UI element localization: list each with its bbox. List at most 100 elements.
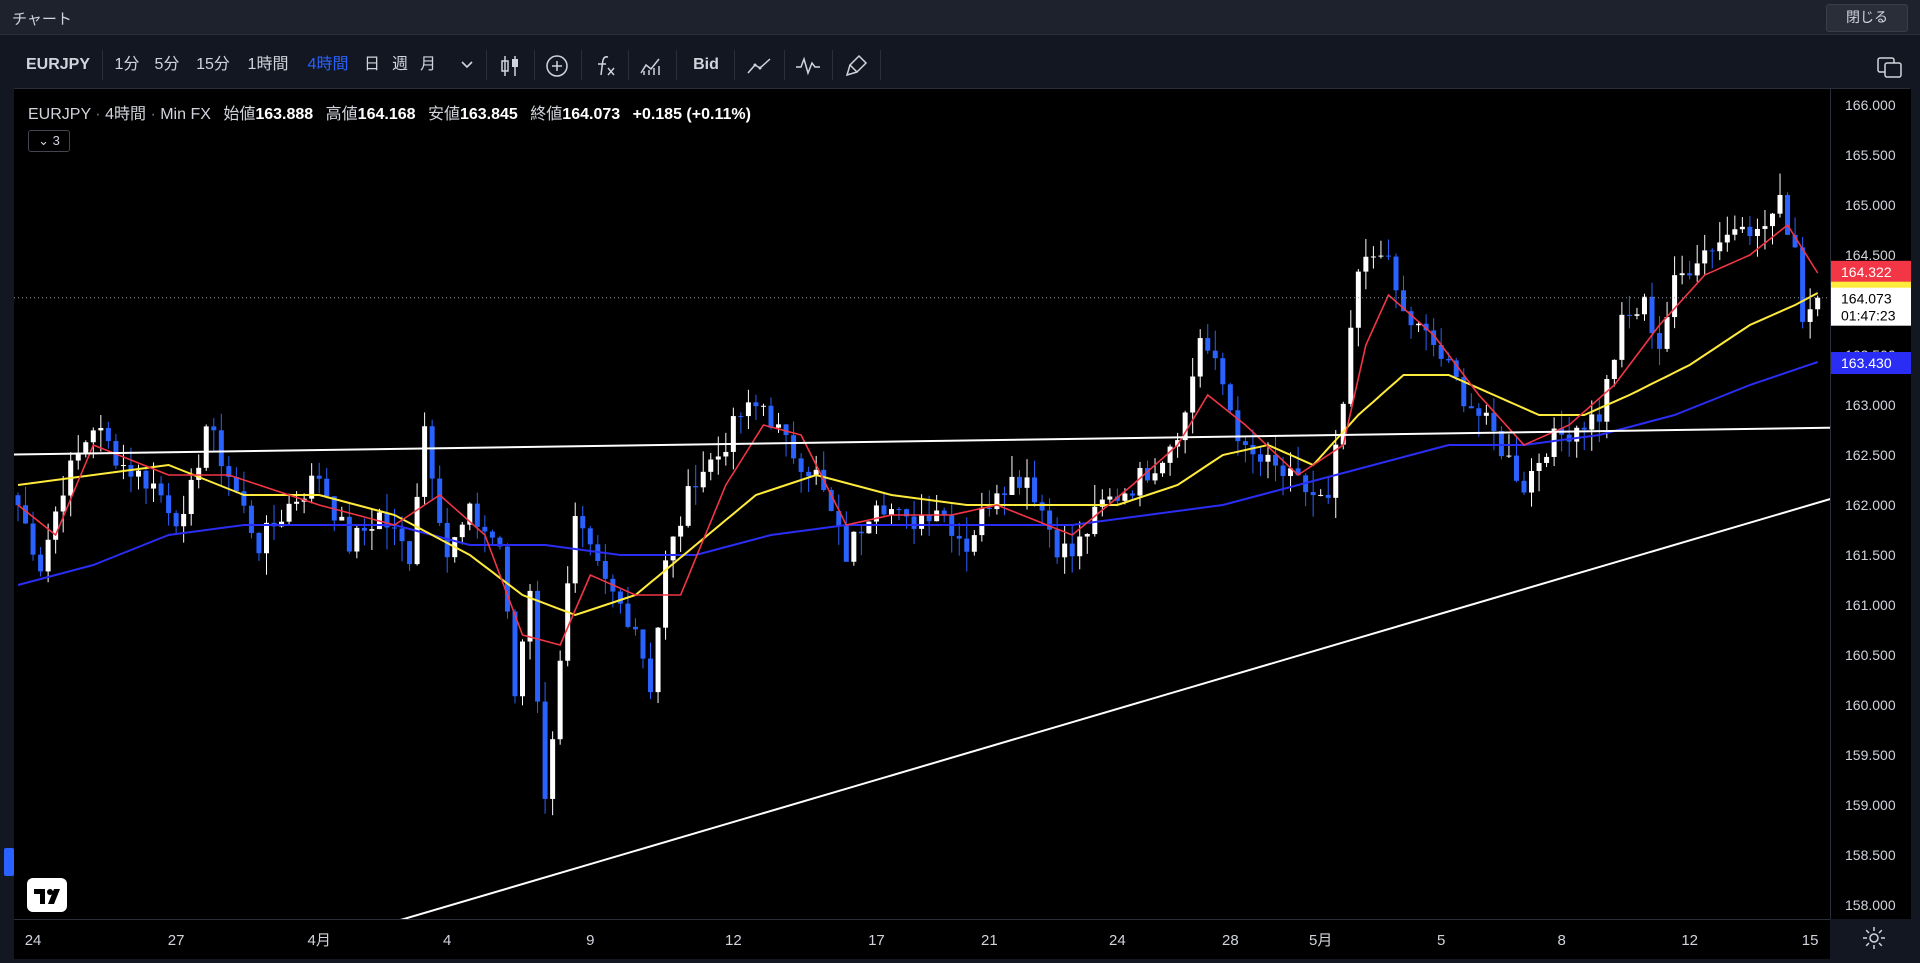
candle-body xyxy=(1506,455,1512,457)
time-axis[interactable]: 24 27 4月 4 9 12 17 21 24 28 5月 5 8 12 15 xyxy=(14,919,1830,959)
candle-body xyxy=(776,424,782,428)
candle-body xyxy=(888,509,894,515)
price-badge-value: 164.073 xyxy=(1841,291,1892,307)
oscillator-icon[interactable] xyxy=(795,53,821,79)
time-tick-label: 24 xyxy=(25,932,42,949)
candle-body xyxy=(1385,255,1391,257)
candle-body xyxy=(557,660,563,740)
price-tick-label: 166.000 xyxy=(1845,97,1896,113)
candle-body xyxy=(956,535,962,539)
candle-body xyxy=(339,516,345,521)
legend-high-label: 高値 xyxy=(325,106,358,123)
candle-body xyxy=(1220,358,1226,385)
candle-body xyxy=(1024,477,1030,488)
bid-button[interactable]: Bid xyxy=(684,42,728,88)
symbol-button[interactable]: EURJPY xyxy=(14,42,102,88)
price-badge-value: 163.430 xyxy=(1841,355,1892,371)
candle-body xyxy=(181,514,187,527)
time-tick-label: 4 xyxy=(443,932,451,949)
candle-body xyxy=(858,531,864,534)
candle-body xyxy=(1709,250,1715,252)
candle-body xyxy=(1641,296,1647,315)
candle-body xyxy=(1325,494,1331,498)
toolbar-divider xyxy=(676,50,677,80)
time-tick-label: 21 xyxy=(981,932,998,949)
interval-15m[interactable]: 15分 xyxy=(190,42,236,88)
candle-body xyxy=(1491,412,1497,432)
price-chart xyxy=(0,173,1879,956)
chart-canvas[interactable] xyxy=(0,89,1910,956)
candle-body xyxy=(286,503,292,522)
function-icon[interactable] xyxy=(592,53,618,79)
candle-body xyxy=(1280,465,1286,477)
interval-1h[interactable]: 1時間 xyxy=(240,42,296,88)
candle-body xyxy=(407,541,413,565)
candles-icon[interactable] xyxy=(497,53,523,79)
candle-body xyxy=(346,516,352,552)
interval-month[interactable]: 月 xyxy=(416,42,440,88)
candle-body xyxy=(1604,379,1610,422)
line-chart-icon[interactable] xyxy=(746,53,772,79)
candle-body xyxy=(648,658,654,693)
price-axis[interactable]: 166.000165.500165.000164.500164.000163.5… xyxy=(1830,89,1911,919)
candle-body xyxy=(602,560,608,579)
interval-day[interactable]: 日 xyxy=(360,42,384,88)
candle-body xyxy=(979,507,985,536)
toolbar-divider xyxy=(784,50,785,80)
add-indicator-icon[interactable] xyxy=(544,53,570,79)
settings-gear-icon[interactable] xyxy=(1862,926,1886,950)
price-tick-label: 163.000 xyxy=(1845,397,1896,413)
candle-body xyxy=(1483,412,1489,416)
candle-body xyxy=(843,525,849,562)
chevron-down-icon[interactable] xyxy=(460,57,474,73)
candle-body xyxy=(1687,273,1693,276)
toolbar-divider xyxy=(486,50,487,80)
candle-body xyxy=(1092,506,1098,535)
price-tick-label: 160.500 xyxy=(1845,647,1896,663)
candle-body xyxy=(535,590,541,702)
tradingview-logo xyxy=(27,878,67,912)
candle-body xyxy=(1747,226,1753,236)
interval-5m[interactable]: 5分 xyxy=(148,42,186,88)
candle-body xyxy=(1084,534,1090,537)
candle-body xyxy=(1039,502,1045,511)
candle-body xyxy=(256,532,262,554)
candle-body xyxy=(715,456,721,460)
interval-week[interactable]: 週 xyxy=(388,42,412,88)
candle-body xyxy=(1634,314,1640,316)
candle-body xyxy=(135,470,141,477)
legend-low-value: 163.845 xyxy=(459,106,518,123)
candle-body xyxy=(1257,454,1263,462)
candle-body xyxy=(1498,431,1504,457)
candle-body xyxy=(926,515,932,522)
candle-body xyxy=(1378,255,1384,257)
left-panel-handle[interactable] xyxy=(4,848,14,876)
brush-icon[interactable] xyxy=(844,53,870,79)
candle-body xyxy=(1122,493,1128,501)
candle-body xyxy=(437,478,443,523)
interval-4h[interactable]: 4時間 xyxy=(300,42,356,88)
candle-body xyxy=(1016,476,1022,488)
candle-body xyxy=(1754,228,1760,236)
candle-body xyxy=(1679,273,1685,276)
candle-body xyxy=(1197,338,1203,377)
candle-body xyxy=(1611,359,1617,380)
candle-body xyxy=(1521,480,1527,493)
candle-body xyxy=(1581,427,1587,430)
multi-chart-icon[interactable] xyxy=(1876,53,1904,81)
candle-body xyxy=(151,483,157,489)
candle-body xyxy=(1227,384,1233,411)
candle-body xyxy=(986,507,992,510)
compare-icon[interactable] xyxy=(638,53,664,79)
interval-1m[interactable]: 1分 xyxy=(110,42,144,88)
candle-body xyxy=(994,493,1000,510)
candle-body xyxy=(1694,263,1700,276)
candle-body xyxy=(851,531,857,562)
candle-body xyxy=(1001,493,1007,495)
candle-body xyxy=(760,405,766,407)
candle-body xyxy=(1062,543,1068,558)
candle-body xyxy=(1619,314,1625,360)
close-button[interactable]: 閉じる xyxy=(1826,4,1908,32)
candle-body xyxy=(361,527,367,531)
indicators-collapse-button[interactable]: ⌄ 3 xyxy=(28,130,70,152)
